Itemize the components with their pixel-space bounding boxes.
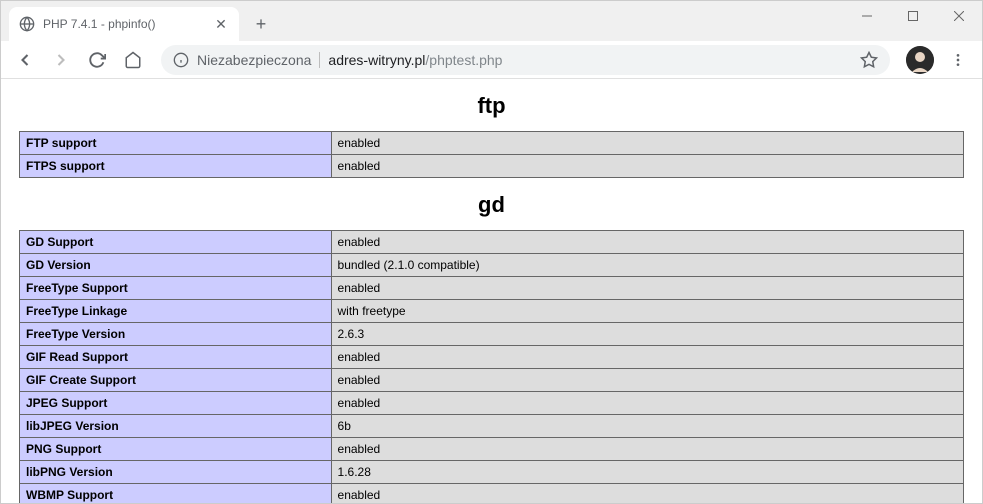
table-row: GD Versionbundled (2.1.0 compatible) xyxy=(20,254,964,277)
table-row: FreeType Version2.6.3 xyxy=(20,323,964,346)
maximize-button[interactable] xyxy=(890,1,936,31)
section-heading: ftp xyxy=(19,93,964,119)
kebab-menu-icon[interactable] xyxy=(942,44,974,76)
window-controls xyxy=(844,1,982,31)
browser-window: PHP 7.4.1 - phpinfo() ✕ + Niezabezpieczo… xyxy=(0,0,983,504)
table-row: GD Supportenabled xyxy=(20,231,964,254)
row-key: FreeType Support xyxy=(20,277,332,300)
new-tab-button[interactable]: + xyxy=(247,10,275,38)
forward-button[interactable] xyxy=(45,44,77,76)
row-value: 6b xyxy=(331,415,963,438)
row-value: enabled xyxy=(331,392,963,415)
table-row: libPNG Version1.6.28 xyxy=(20,461,964,484)
row-key: GD Support xyxy=(20,231,332,254)
url-text: adres-witryny.pl/phptest.php xyxy=(328,52,852,68)
row-key: JPEG Support xyxy=(20,392,332,415)
table-row: PNG Supportenabled xyxy=(20,438,964,461)
window-close-button[interactable] xyxy=(936,1,982,31)
row-key: FTP support xyxy=(20,132,332,155)
row-value: enabled xyxy=(331,277,963,300)
row-key: libJPEG Version xyxy=(20,415,332,438)
row-key: FreeType Version xyxy=(20,323,332,346)
row-value: enabled xyxy=(331,132,963,155)
table-row: FreeType Linkagewith freetype xyxy=(20,300,964,323)
security-label: Niezabezpieczona xyxy=(197,52,311,68)
info-table: GD SupportenabledGD Versionbundled (2.1.… xyxy=(19,230,964,503)
table-row: FreeType Supportenabled xyxy=(20,277,964,300)
table-row: FTP supportenabled xyxy=(20,132,964,155)
row-value: bundled (2.1.0 compatible) xyxy=(331,254,963,277)
bookmark-star-icon[interactable] xyxy=(860,51,878,69)
row-value: with freetype xyxy=(331,300,963,323)
divider xyxy=(319,52,320,68)
tab-title: PHP 7.4.1 - phpinfo() xyxy=(43,17,213,31)
row-value: enabled xyxy=(331,231,963,254)
profile-avatar[interactable] xyxy=(906,46,934,74)
page-content[interactable]: ftpFTP supportenabledFTPS supportenabled… xyxy=(1,79,982,503)
table-row: FTPS supportenabled xyxy=(20,155,964,178)
row-key: GD Version xyxy=(20,254,332,277)
table-row: libJPEG Version6b xyxy=(20,415,964,438)
close-icon[interactable]: ✕ xyxy=(213,16,229,32)
reload-button[interactable] xyxy=(81,44,113,76)
row-key: FTPS support xyxy=(20,155,332,178)
row-key: PNG Support xyxy=(20,438,332,461)
browser-tab[interactable]: PHP 7.4.1 - phpinfo() ✕ xyxy=(9,7,239,41)
row-key: GIF Create Support xyxy=(20,369,332,392)
titlebar: PHP 7.4.1 - phpinfo() ✕ + xyxy=(1,1,982,41)
home-button[interactable] xyxy=(117,44,149,76)
content-wrapper: ftpFTP supportenabledFTPS supportenabled… xyxy=(1,79,982,503)
address-bar[interactable]: Niezabezpieczona adres-witryny.pl/phptes… xyxy=(161,45,890,75)
info-table: FTP supportenabledFTPS supportenabled xyxy=(19,131,964,178)
row-key: GIF Read Support xyxy=(20,346,332,369)
back-button[interactable] xyxy=(9,44,41,76)
section-heading: gd xyxy=(19,192,964,218)
minimize-button[interactable] xyxy=(844,1,890,31)
row-value: enabled xyxy=(331,484,963,504)
table-row: GIF Read Supportenabled xyxy=(20,346,964,369)
row-value: enabled xyxy=(331,155,963,178)
row-value: enabled xyxy=(331,346,963,369)
table-row: GIF Create Supportenabled xyxy=(20,369,964,392)
row-key: FreeType Linkage xyxy=(20,300,332,323)
row-value: enabled xyxy=(331,438,963,461)
globe-icon xyxy=(19,16,35,32)
info-icon[interactable] xyxy=(173,52,189,68)
table-row: WBMP Supportenabled xyxy=(20,484,964,504)
row-key: WBMP Support xyxy=(20,484,332,504)
table-row: JPEG Supportenabled xyxy=(20,392,964,415)
row-value: 2.6.3 xyxy=(331,323,963,346)
row-key: libPNG Version xyxy=(20,461,332,484)
row-value: enabled xyxy=(331,369,963,392)
row-value: 1.6.28 xyxy=(331,461,963,484)
toolbar: Niezabezpieczona adres-witryny.pl/phptes… xyxy=(1,41,982,79)
